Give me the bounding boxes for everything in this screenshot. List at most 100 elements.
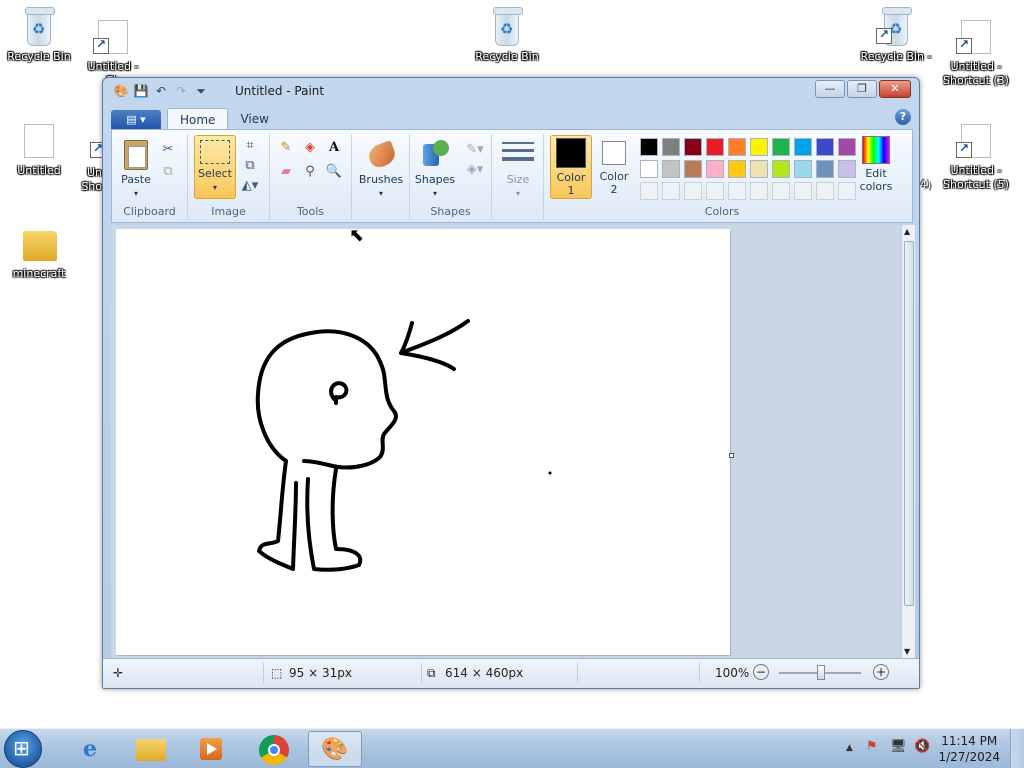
palette-swatch[interactable]: [772, 138, 790, 156]
palette-custom-swatch[interactable]: [750, 182, 768, 200]
paint-app-icon[interactable]: 🎨: [113, 83, 129, 99]
show-desktop-button[interactable]: [1010, 729, 1024, 768]
redo-icon[interactable]: ↷: [173, 83, 189, 99]
paste-button[interactable]: Paste ▾: [118, 138, 154, 200]
color-1-button[interactable]: Color 1: [550, 135, 592, 199]
scroll-up-icon[interactable]: ▲: [904, 227, 910, 236]
customize-qat-icon[interactable]: ⏷: [193, 83, 209, 99]
color-picker-icon[interactable]: ⚲: [300, 162, 320, 182]
volume-muted-icon[interactable]: 🔇: [914, 739, 930, 754]
magnifier-icon[interactable]: 🔍: [324, 162, 344, 182]
clock-time: 11:14 PM: [941, 734, 998, 748]
zoom-in-icon[interactable]: +: [873, 664, 889, 680]
palette-swatch[interactable]: [838, 138, 856, 156]
palette-swatch[interactable]: [728, 160, 746, 178]
color-2-button[interactable]: Color 2: [594, 137, 634, 196]
pencil-icon[interactable]: ✎: [276, 138, 296, 158]
palette-custom-swatch[interactable]: [640, 182, 658, 200]
palette-swatch[interactable]: [794, 160, 812, 178]
palette-swatch[interactable]: [794, 138, 812, 156]
close-button[interactable]: ✕: [879, 80, 911, 98]
tab-view[interactable]: View: [228, 108, 280, 130]
palette-swatch[interactable]: [684, 138, 702, 156]
colors-group: Color 1 Color 2 Edit colors Colors: [544, 134, 900, 220]
text-icon[interactable]: A: [324, 138, 344, 158]
palette-swatch[interactable]: [750, 160, 768, 178]
palette-custom-swatch[interactable]: [662, 182, 680, 200]
shapes-button[interactable]: Shapes ▾: [414, 138, 456, 200]
palette-swatch[interactable]: [838, 160, 856, 178]
palette-swatch[interactable]: [640, 160, 658, 178]
palette-swatch[interactable]: [816, 138, 834, 156]
outline-icon[interactable]: ✎▾: [462, 140, 488, 160]
chrome-icon[interactable]: [247, 731, 301, 767]
palette-custom-swatch[interactable]: [816, 182, 834, 200]
desktop-icon-untitled[interactable]: Untitled: [3, 122, 75, 178]
rotate-icon[interactable]: ◭▾: [240, 176, 260, 196]
palette-swatch[interactable]: [706, 138, 724, 156]
crop-icon[interactable]: ⌗: [240, 136, 260, 156]
file-explorer-icon[interactable]: [124, 731, 178, 767]
brushes-button[interactable]: Brushes ▾: [356, 138, 406, 200]
clipboard-group-label: Clipboard: [123, 205, 176, 218]
help-icon[interactable]: ?: [895, 109, 911, 125]
zoom-slider-thumb[interactable]: [817, 665, 825, 680]
desktop-icon-recycle-bin-shortcut[interactable]: Recycle Bin -: [860, 7, 932, 64]
desktop-icon-minecraft[interactable]: minecraft: [3, 225, 75, 281]
start-button[interactable]: [4, 730, 42, 768]
cut-icon[interactable]: ✂: [158, 140, 178, 160]
palette-swatch[interactable]: [662, 138, 680, 156]
minimize-button[interactable]: —: [815, 80, 845, 98]
palette-swatch[interactable]: [750, 138, 768, 156]
select-button[interactable]: Select ▾: [194, 135, 236, 199]
show-hidden-icons[interactable]: ▲: [846, 743, 853, 753]
desktop-icon-untitled-shortcut-3[interactable]: Untitled - Shortcut (3): [940, 18, 1012, 88]
desktop-icon-untitled-shortcut-partial[interactable]: Un Sho: [70, 140, 102, 194]
maximize-button[interactable]: ❐: [847, 80, 877, 98]
fill-icon[interactable]: ◈: [300, 138, 320, 158]
resize-icon[interactable]: ⧉: [240, 156, 260, 176]
size-label: Size: [506, 173, 530, 186]
desktop-icon-recycle-bin-2[interactable]: Recycle Bin: [471, 7, 543, 64]
zoom-out-icon[interactable]: −: [753, 664, 769, 680]
internet-explorer-icon[interactable]: e: [63, 731, 117, 767]
scroll-down-icon[interactable]: ▼: [904, 647, 910, 656]
undo-icon[interactable]: ↶: [153, 83, 169, 99]
file-menu-button[interactable]: ▤ ▾: [111, 110, 161, 130]
size-button[interactable]: Size ▾: [496, 138, 540, 200]
network-icon[interactable]: 🖥: [890, 739, 907, 754]
palette-swatch[interactable]: [706, 160, 724, 178]
ribbon: Paste ▾ ✂ ⧉ Clipboard Select ▾ ⌗ ⧉ ◭▾ Imag…: [111, 129, 913, 223]
scrollbar-thumb[interactable]: [904, 241, 914, 606]
palette-custom-swatch[interactable]: [772, 182, 790, 200]
palette-swatch[interactable]: [684, 160, 702, 178]
save-icon[interactable]: 💾: [133, 83, 149, 99]
palette-custom-swatch[interactable]: [838, 182, 856, 200]
drawing-canvas[interactable]: [116, 229, 730, 655]
copy-icon[interactable]: ⧉: [158, 162, 178, 182]
palette-swatch[interactable]: [772, 160, 790, 178]
edit-colors-button[interactable]: Edit colors: [856, 136, 896, 193]
palette-custom-swatch[interactable]: [794, 182, 812, 200]
palette-custom-swatch[interactable]: [684, 182, 702, 200]
palette-custom-swatch[interactable]: [728, 182, 746, 200]
palette-swatch[interactable]: [640, 138, 658, 156]
clock[interactable]: 11:14 PM 1/27/2024: [938, 733, 1000, 765]
eraser-icon[interactable]: ▰: [276, 162, 296, 182]
media-player-icon[interactable]: [184, 731, 238, 767]
action-center-icon[interactable]: ⚑: [866, 739, 878, 754]
palette-custom-swatch[interactable]: [706, 182, 724, 200]
palette-swatch[interactable]: [662, 160, 680, 178]
title-bar[interactable]: 🎨 💾 ↶ ↷ ⏷ Untitled - Paint — ❐ ✕: [103, 78, 919, 104]
canvas-size: 614 × 460px: [445, 666, 524, 680]
vertical-scrollbar[interactable]: ▲ ▼: [901, 225, 915, 658]
paint-taskbar-icon[interactable]: 🎨: [308, 731, 362, 767]
canvas-resize-handle[interactable]: [729, 453, 734, 458]
tab-home[interactable]: Home: [167, 108, 229, 130]
palette-swatch[interactable]: [728, 138, 746, 156]
desktop-icon-recycle-bin-1[interactable]: Recycle Bin: [3, 7, 75, 64]
palette-swatch[interactable]: [816, 160, 834, 178]
shortcut-arrow-icon: [956, 141, 972, 158]
fill-shape-icon[interactable]: ◈▾: [462, 160, 488, 180]
desktop-icon-untitled-shortcut-5[interactable]: Untitled - Shortcut (5): [940, 122, 1012, 192]
